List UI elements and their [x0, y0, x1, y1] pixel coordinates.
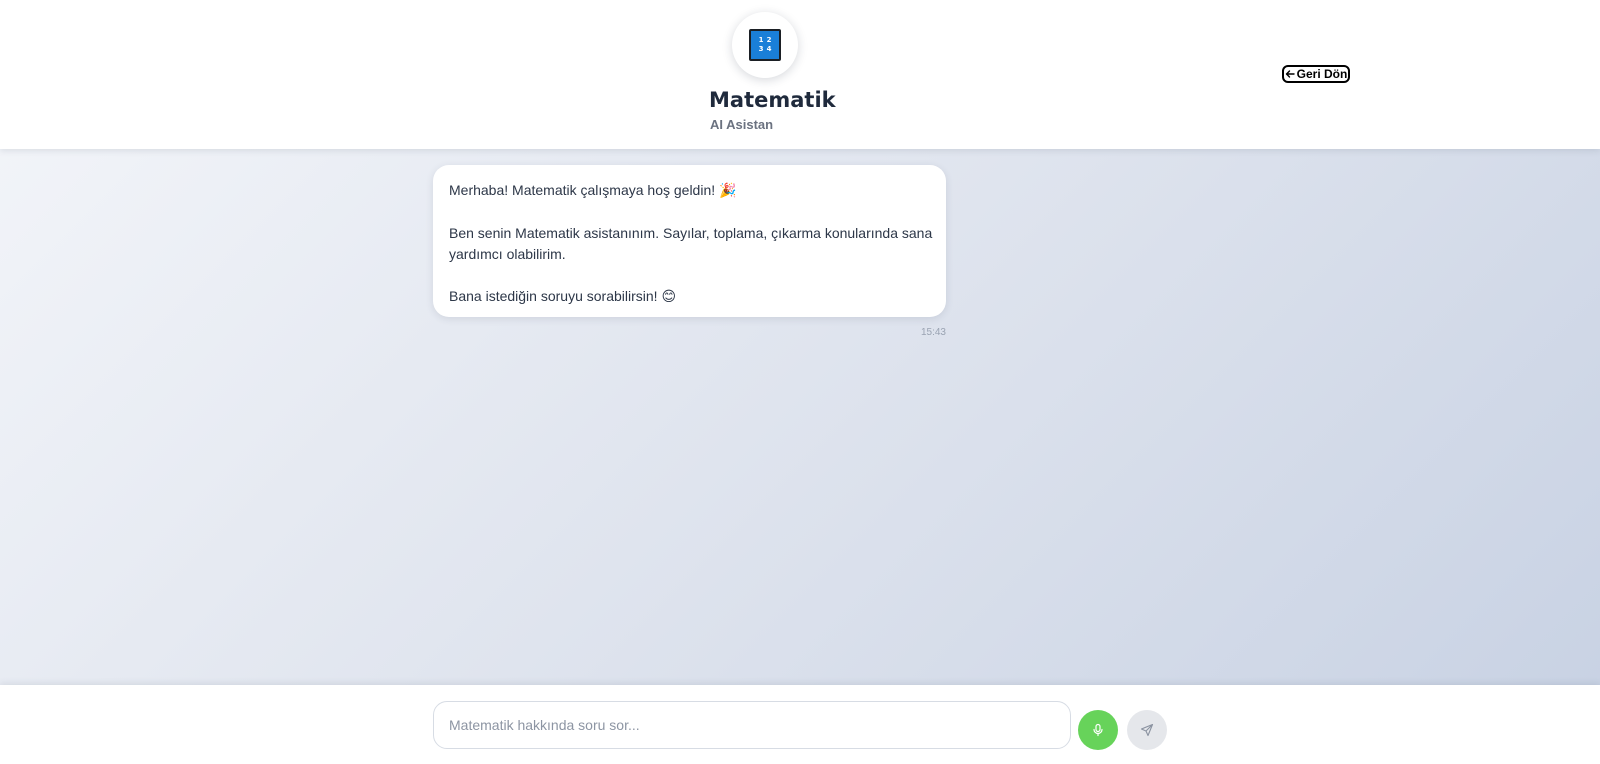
logo-digit: 4: [766, 45, 772, 53]
message-input[interactable]: [433, 701, 1071, 749]
microphone-icon: [1093, 723, 1103, 737]
subject-avatar: 1 2 3 4: [732, 12, 798, 78]
back-button-label: Geri Dön: [1296, 67, 1348, 81]
arrow-left-icon: [1285, 70, 1295, 78]
message-line: Bana istediğin soruyu sorabilirsin! 😊: [449, 286, 930, 308]
page-subtitle: AI Asistan: [710, 117, 774, 132]
smiling-face-emoji: 😊: [661, 289, 677, 305]
message-text: Merhaba! Matematik çalışmaya hoş geldin!: [449, 182, 716, 198]
message-text: Ben senin Matematik asistanınım. Sayılar…: [449, 225, 933, 241]
numbers-logo-icon: 1 2 3 4: [749, 29, 781, 61]
party-popper-emoji: 🎉: [719, 183, 737, 199]
logo-digit: 1: [758, 36, 764, 44]
mic-button[interactable]: [1078, 710, 1118, 750]
send-button[interactable]: [1127, 710, 1167, 750]
logo-digit: 2: [766, 36, 772, 44]
assistant-message: Merhaba! Matematik çalışmaya hoş geldin!…: [433, 165, 946, 317]
chat-header: 1 2 3 4 Matematik AI Asistan Geri Dön: [0, 0, 1600, 149]
message-text: yardımcı olabilirim.: [449, 246, 566, 262]
message-timestamp: 15:43: [920, 327, 946, 338]
message-text: Bana istediğin soruyu sorabilirsin!: [449, 288, 658, 304]
page-title: Matematik: [709, 88, 836, 112]
message-line: Merhaba! Matematik çalışmaya hoş geldin!…: [449, 180, 930, 202]
send-icon: [1140, 723, 1154, 737]
logo-digit: 3: [758, 45, 764, 53]
back-button[interactable]: Geri Dön: [1282, 65, 1350, 83]
composer: [0, 685, 1600, 764]
